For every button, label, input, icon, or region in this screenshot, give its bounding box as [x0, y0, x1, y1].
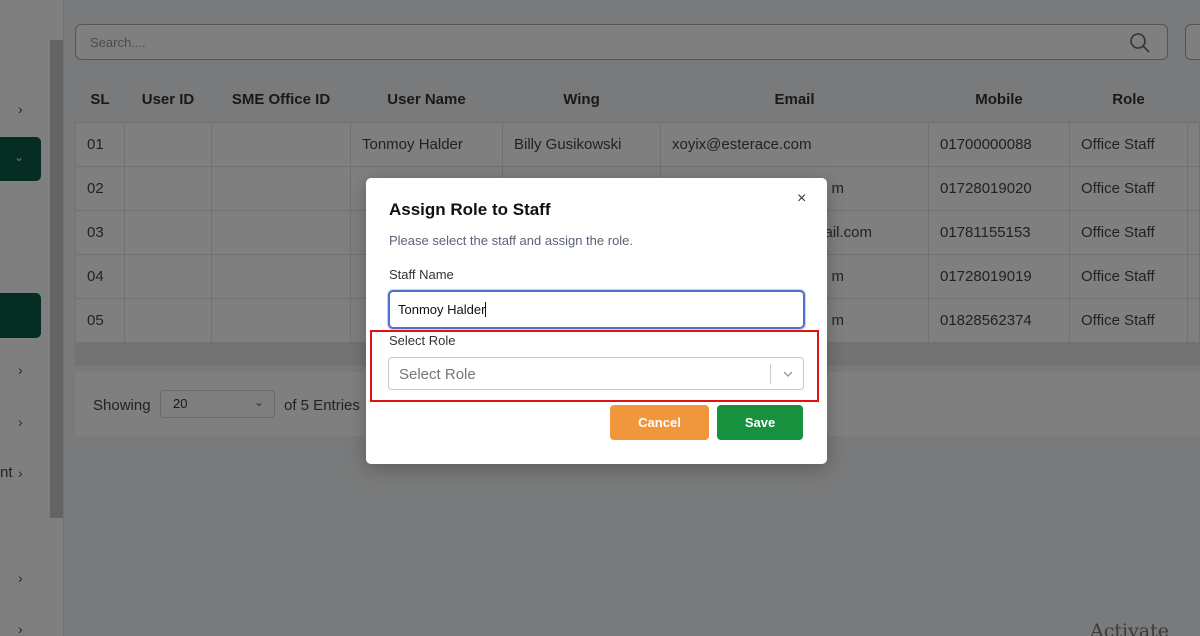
- save-button[interactable]: Save: [717, 405, 803, 440]
- modal-title: Assign Role to Staff: [389, 200, 551, 219]
- select-role-label: Select Role: [389, 333, 456, 348]
- staff-name-input[interactable]: Tonmoy Halder: [388, 290, 805, 329]
- chevron-down-icon[interactable]: [781, 367, 795, 381]
- assign-role-modal: Assign Role to Staff × Please select the…: [366, 178, 827, 464]
- cancel-button[interactable]: Cancel: [610, 405, 709, 440]
- select-separator: [770, 364, 771, 384]
- staff-name-label: Staff Name: [389, 267, 454, 282]
- close-icon[interactable]: ×: [797, 191, 811, 207]
- role-select[interactable]: Select Role: [388, 357, 804, 390]
- staff-name-value: Tonmoy Halder: [398, 302, 486, 317]
- role-select-placeholder: Select Role: [399, 366, 476, 383]
- text-caret: [485, 302, 487, 317]
- modal-subtitle: Please select the staff and assign the r…: [389, 233, 634, 248]
